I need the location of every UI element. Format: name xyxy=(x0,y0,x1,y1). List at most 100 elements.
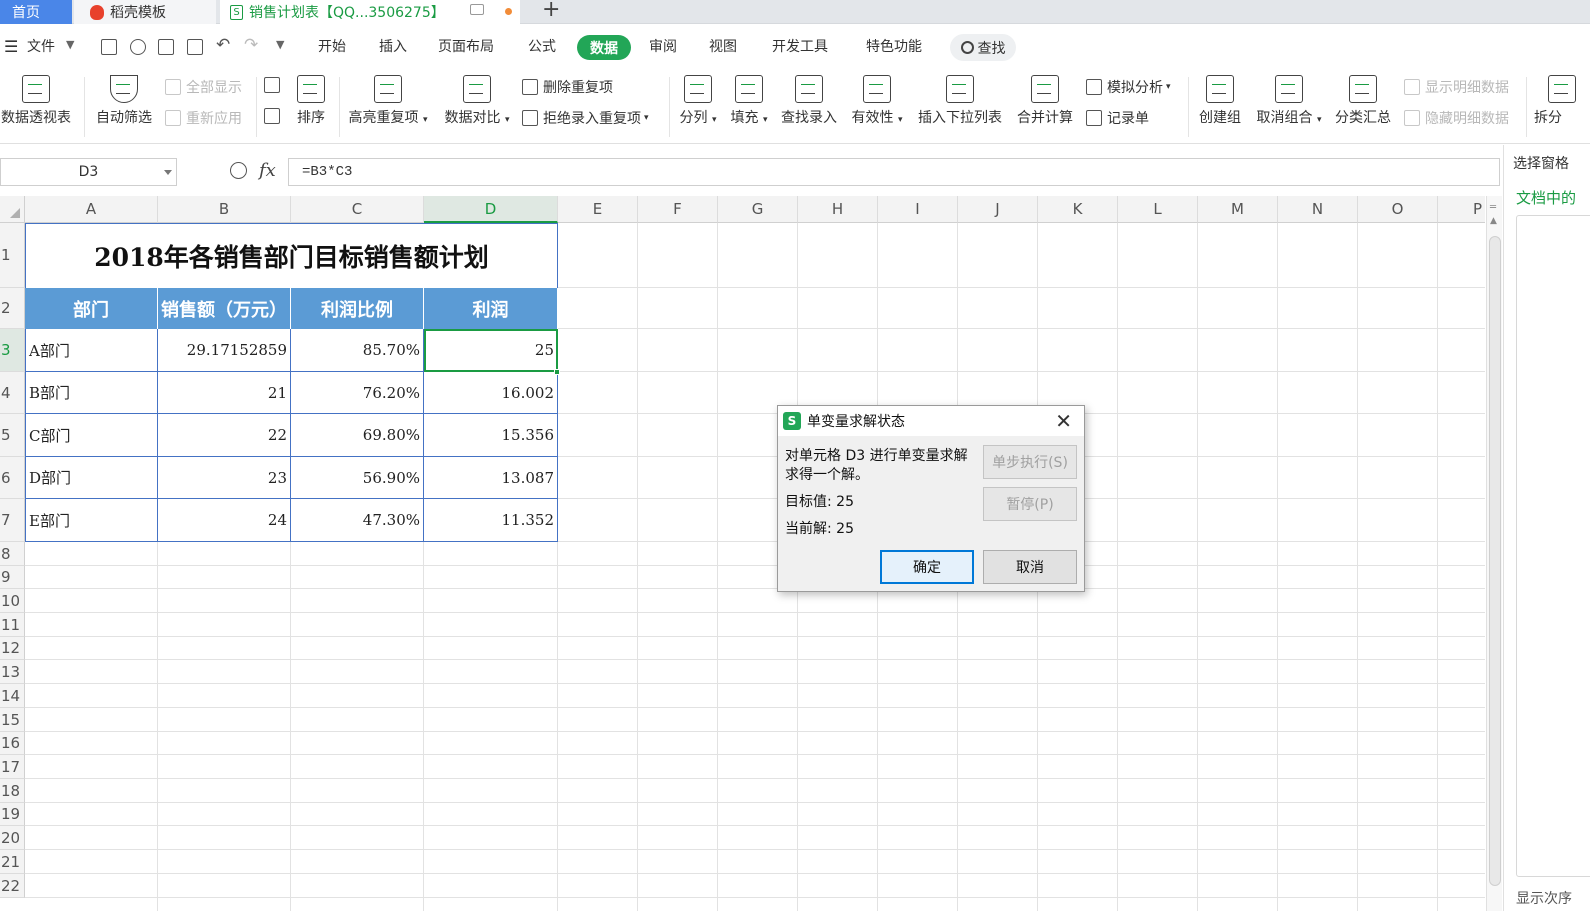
menu-special-features[interactable]: 特色功能 xyxy=(866,36,922,56)
create-group-button[interactable]: 创建组 xyxy=(1196,75,1244,127)
lookup-entry-button[interactable]: 查找录入 xyxy=(779,75,839,127)
row-header-19[interactable]: 19 xyxy=(0,803,25,826)
menu-formula[interactable]: 公式 xyxy=(528,36,556,56)
search-button[interactable]: 查找 xyxy=(950,34,1016,61)
data-compare-button[interactable]: 数据对比 ▾ xyxy=(441,75,513,127)
menu-insert[interactable]: 插入 xyxy=(379,36,407,56)
column-header-k[interactable]: K xyxy=(1038,196,1118,223)
table-cell-c6[interactable]: 56.90% xyxy=(291,457,424,499)
column-header-c[interactable]: C xyxy=(291,196,424,223)
file-chevron-down-icon[interactable]: ▼ xyxy=(66,38,74,51)
undo-icon[interactable]: ↶ xyxy=(216,35,230,55)
table-cell-d7[interactable]: 11.352 xyxy=(424,499,558,542)
row-header-4[interactable]: 4 xyxy=(0,372,25,414)
row-header-15[interactable]: 15 xyxy=(0,708,25,732)
insert-dropdown-list-button[interactable]: 插入下拉列表 xyxy=(915,75,1005,127)
table-cell-d5[interactable]: 15.356 xyxy=(424,414,558,457)
menu-data[interactable]: 数据 xyxy=(577,35,631,60)
table-cell-c4[interactable]: 76.20% xyxy=(291,372,424,414)
column-header-j[interactable]: J xyxy=(958,196,1038,223)
ok-button[interactable]: 确定 xyxy=(880,550,974,584)
row-header-13[interactable]: 13 xyxy=(0,660,25,684)
menu-page-layout[interactable]: 页面布局 xyxy=(438,36,494,56)
column-header-l[interactable]: L xyxy=(1118,196,1198,223)
column-header-b[interactable]: B xyxy=(158,196,291,223)
row-header-6[interactable]: 6 xyxy=(0,457,25,499)
sheet-title-cell[interactable]: 2018年各销售部门目标销售额计划 xyxy=(25,223,558,288)
table-cell-c5[interactable]: 69.80% xyxy=(291,414,424,457)
menu-review[interactable]: 审阅 xyxy=(649,36,677,56)
table-cell-c7[interactable]: 47.30% xyxy=(291,499,424,542)
row-header-10[interactable]: 10 xyxy=(0,589,25,613)
sort-ascending-button[interactable] xyxy=(264,77,285,93)
vertical-scrollbar[interactable]: ═ ▲ xyxy=(1486,196,1502,911)
table-cell-b7[interactable]: 24 xyxy=(158,499,291,542)
print-icon[interactable] xyxy=(158,39,174,55)
name-box-chevron-down-icon[interactable] xyxy=(164,170,172,175)
validity-button[interactable]: 有效性 ▾ xyxy=(849,75,905,127)
reapply-button[interactable]: 重新应用 xyxy=(165,108,242,128)
dialog-titlebar[interactable]: S 单变量求解状态 ✕ xyxy=(778,406,1084,436)
table-cell-a4[interactable]: B部门 xyxy=(25,372,158,414)
show-all-button[interactable]: 全部显示 xyxy=(165,77,242,97)
monitor-icon[interactable] xyxy=(470,4,484,15)
consolidate-button[interactable]: 合并计算 xyxy=(1015,75,1075,127)
redo-icon[interactable]: ↷ xyxy=(244,35,258,55)
row-header-14[interactable]: 14 xyxy=(0,684,25,708)
row-header-12[interactable]: 12 xyxy=(0,637,25,660)
function-fx-icon[interactable]: fx xyxy=(259,160,276,181)
table-cell-a6[interactable]: D部门 xyxy=(25,457,158,499)
column-header-g[interactable]: G xyxy=(718,196,798,223)
cancel-button[interactable]: 取消 xyxy=(983,550,1077,584)
ungroup-button[interactable]: 取消组合 ▾ xyxy=(1254,75,1324,127)
tab-home[interactable]: 首页 xyxy=(0,0,72,24)
header-cell-sales[interactable]: 销售额（万元） xyxy=(158,288,291,329)
save-icon[interactable] xyxy=(101,39,117,55)
highlight-duplicates-button[interactable]: 高亮重复项 ▾ xyxy=(345,75,431,127)
table-cell-c3[interactable]: 85.70% xyxy=(291,329,424,372)
row-header-1[interactable]: 1 xyxy=(0,223,25,288)
formula-input[interactable]: =B3*C3 xyxy=(288,158,1500,186)
step-button[interactable]: 单步执行(S) xyxy=(983,445,1077,479)
column-header-d[interactable]: D xyxy=(424,196,558,223)
column-header-a[interactable]: A xyxy=(25,196,158,223)
table-cell-a5[interactable]: C部门 xyxy=(25,414,158,457)
menu-file[interactable]: 文件 xyxy=(27,36,55,56)
column-header-h[interactable]: H xyxy=(798,196,878,223)
scroll-up-icon[interactable]: ▲ xyxy=(1490,216,1497,226)
sort-descending-button[interactable] xyxy=(264,108,285,124)
table-cell-d3[interactable]: 25 xyxy=(424,329,558,372)
column-header-n[interactable]: N xyxy=(1278,196,1358,223)
print-preview-icon[interactable] xyxy=(187,39,203,55)
row-header-9[interactable]: 9 xyxy=(0,566,25,589)
split-table-button[interactable]: 拆分 xyxy=(1534,75,1590,127)
reject-duplicates-button[interactable]: 拒绝录入重复项 ▾ xyxy=(522,108,649,128)
row-header-5[interactable]: 5 xyxy=(0,414,25,457)
column-header-m[interactable]: M xyxy=(1198,196,1278,223)
split-column-button[interactable]: 分列 ▾ xyxy=(677,75,719,127)
row-header-7[interactable]: 7 xyxy=(0,499,25,542)
table-cell-d6[interactable]: 13.087 xyxy=(424,457,558,499)
auto-filter-button[interactable]: 自动筛选 xyxy=(93,75,155,127)
delete-duplicates-button[interactable]: 删除重复项 xyxy=(522,77,613,97)
select-all-corner[interactable] xyxy=(0,196,25,223)
header-cell-profit-ratio[interactable]: 利润比例 xyxy=(291,288,424,329)
vertical-scroll-thumb[interactable] xyxy=(1489,236,1501,886)
column-header-f[interactable]: F xyxy=(638,196,718,223)
table-cell-a7[interactable]: E部门 xyxy=(25,499,158,542)
column-header-p[interactable]: P xyxy=(1438,196,1485,223)
subtotal-button[interactable]: 分类汇总 xyxy=(1333,75,1393,127)
export-icon[interactable] xyxy=(130,39,146,55)
fill-handle[interactable] xyxy=(554,369,560,375)
menu-view[interactable]: 视图 xyxy=(709,36,737,56)
record-form-button[interactable]: 记录单 xyxy=(1086,108,1149,128)
name-box[interactable]: D3 xyxy=(0,158,177,186)
show-detail-button[interactable]: 显示明细数据 xyxy=(1404,77,1509,97)
row-header-3[interactable]: 3 xyxy=(0,329,25,372)
header-cell-profit[interactable]: 利润 xyxy=(424,288,558,329)
sort-button[interactable]: 排序 xyxy=(293,75,329,127)
selection-pane-list[interactable] xyxy=(1516,215,1590,877)
row-header-21[interactable]: 21 xyxy=(0,850,25,874)
menu-developer[interactable]: 开发工具 xyxy=(772,36,828,56)
hide-detail-button[interactable]: 隐藏明细数据 xyxy=(1404,108,1509,128)
